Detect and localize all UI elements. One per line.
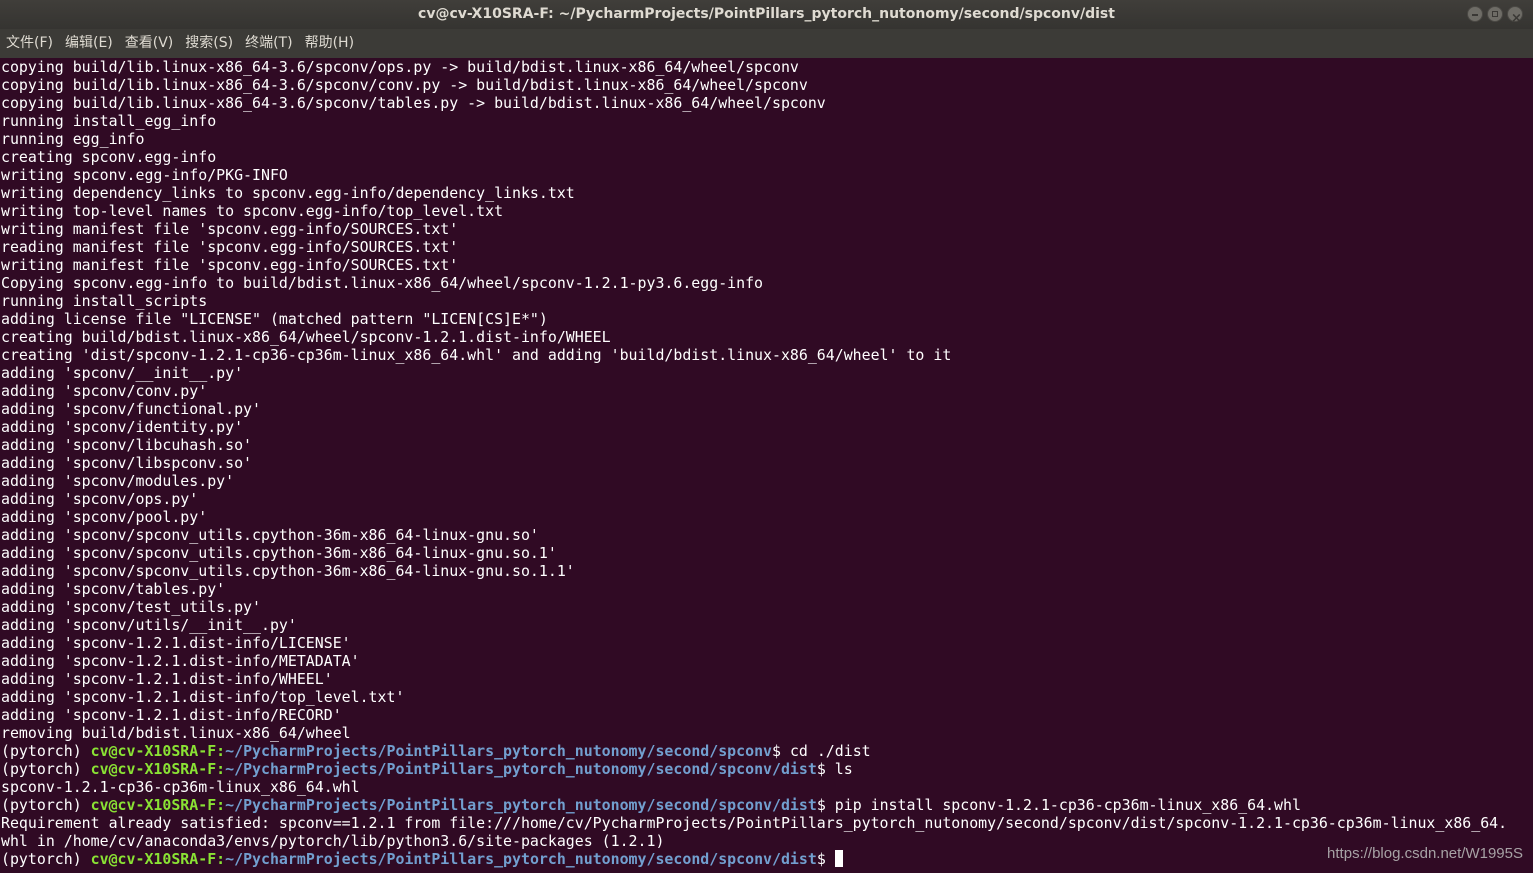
terminal-line: running install_egg_info	[1, 112, 217, 130]
minimize-icon[interactable]	[1467, 6, 1483, 22]
prompt-separator: :	[216, 850, 226, 868]
terminal-line: adding 'spconv/utils/__init__.py'	[1, 616, 297, 634]
terminal-line: creating spconv.egg-info	[1, 148, 217, 166]
menu-view[interactable]: 查看(V)	[119, 29, 180, 58]
terminal-line: adding 'spconv/spconv_utils.cpython-36m-…	[1, 544, 557, 562]
terminal-line: copying build/lib.linux-x86_64-3.6/spcon…	[1, 76, 808, 94]
prompt-user: cv@cv-X10SRA-F	[90, 760, 217, 778]
terminal-line: adding 'spconv/identity.py'	[1, 418, 244, 436]
terminal-line: adding 'spconv/__init__.py'	[1, 364, 244, 382]
window-controls	[1467, 4, 1523, 33]
terminal-line: removing build/bdist.linux-x86_64/wheel	[1, 724, 351, 742]
terminal-line: running install_scripts	[1, 292, 208, 310]
prompt-env: (pytorch)	[1, 796, 91, 814]
menu-search[interactable]: 搜索(S)	[179, 29, 239, 58]
prompt-user: cv@cv-X10SRA-F	[90, 796, 217, 814]
prompt-path: ~/PycharmProjects/PointPillars_pytorch_n…	[225, 760, 817, 778]
prompt-command: $ cd ./dist	[772, 742, 871, 760]
terminal-line: adding 'spconv/ops.py'	[1, 490, 199, 508]
terminal-line: reading manifest file 'spconv.egg-info/S…	[1, 238, 459, 256]
window-title: cv@cv-X10SRA-F: ~/PycharmProjects/PointP…	[418, 6, 1115, 22]
prompt-separator: :	[216, 796, 226, 814]
terminal-line: creating 'dist/spconv-1.2.1-cp36-cp36m-l…	[1, 346, 952, 364]
terminal-line: copying build/lib.linux-x86_64-3.6/spcon…	[1, 94, 826, 112]
watermark-text: https://blog.csdn.net/W1995S	[1327, 845, 1523, 862]
prompt-separator: :	[216, 742, 226, 760]
terminal-line: copying build/lib.linux-x86_64-3.6/spcon…	[1, 58, 799, 76]
terminal-line: adding 'spconv/libcuhash.so'	[1, 436, 253, 454]
terminal-line: adding 'spconv-1.2.1.dist-info/RECORD'	[1, 706, 342, 724]
terminal-line: adding 'spconv-1.2.1.dist-info/LICENSE'	[1, 634, 351, 652]
terminal-line: Copying spconv.egg-info to build/bdist.l…	[1, 274, 764, 292]
terminal-line: writing dependency_links to spconv.egg-i…	[1, 184, 575, 202]
prompt-env: (pytorch)	[1, 742, 91, 760]
terminal-line: running egg_info	[1, 130, 145, 148]
terminal-line: adding 'spconv/spconv_utils.cpython-36m-…	[1, 526, 539, 544]
prompt-command: $	[816, 850, 835, 868]
terminal-line: writing spconv.egg-info/PKG-INFO	[1, 166, 288, 184]
terminal-line: adding 'spconv/libspconv.so'	[1, 454, 253, 472]
prompt-command: $ pip install spconv-1.2.1-cp36-cp36m-li…	[816, 796, 1301, 814]
terminal-line: whl in /home/cv/anaconda3/envs/pytorch/l…	[1, 832, 665, 850]
terminal-line: writing top-level names to spconv.egg-in…	[1, 202, 504, 220]
terminal-line: adding 'spconv/modules.py'	[1, 472, 235, 490]
terminal-output[interactable]: copying build/lib.linux-x86_64-3.6/spcon…	[1, 58, 1531, 873]
menu-terminal[interactable]: 终端(T)	[239, 29, 298, 58]
prompt-line: (pytorch) cv@cv-X10SRA-F:~/PycharmProjec…	[1, 760, 1531, 778]
prompt-env: (pytorch)	[1, 760, 91, 778]
prompt-user: cv@cv-X10SRA-F	[90, 850, 217, 868]
prompt-line: (pytorch) cv@cv-X10SRA-F:~/PycharmProjec…	[1, 742, 1531, 760]
maximize-icon[interactable]	[1487, 6, 1503, 22]
menu-help[interactable]: 帮助(H)	[299, 29, 360, 58]
menu-bar: 文件(F) 编辑(E) 查看(V) 搜索(S) 终端(T) 帮助(H)	[0, 29, 1533, 58]
menu-file[interactable]: 文件(F)	[0, 29, 59, 58]
terminal-line: adding 'spconv/pool.py'	[1, 508, 208, 526]
prompt-env: (pytorch)	[1, 850, 91, 868]
terminal-line: adding 'spconv/functional.py'	[1, 400, 261, 418]
terminal-line: Requirement already satisfied: spconv==1…	[1, 814, 1508, 832]
prompt-path: ~/PycharmProjects/PointPillars_pytorch_n…	[225, 796, 817, 814]
terminal-line: writing manifest file 'spconv.egg-info/S…	[1, 220, 459, 238]
terminal-window: cv@cv-X10SRA-F: ~/PycharmProjects/PointP…	[0, 0, 1533, 873]
terminal-line: writing manifest file 'spconv.egg-info/S…	[1, 256, 459, 274]
terminal-line: creating build/bdist.linux-x86_64/wheel/…	[1, 328, 611, 346]
terminal-line: adding 'spconv/conv.py'	[1, 382, 208, 400]
terminal-line: adding 'spconv/tables.py'	[1, 580, 226, 598]
text-cursor	[834, 850, 843, 867]
prompt-separator: :	[216, 760, 226, 778]
terminal-line: adding 'spconv-1.2.1.dist-info/METADATA'	[1, 652, 360, 670]
prompt-line: (pytorch) cv@cv-X10SRA-F:~/PycharmProjec…	[1, 796, 1531, 814]
terminal-line: adding 'spconv-1.2.1.dist-info/top_level…	[1, 688, 405, 706]
terminal-line: adding 'spconv/test_utils.py'	[1, 598, 261, 616]
prompt-path: ~/PycharmProjects/PointPillars_pytorch_n…	[225, 850, 817, 868]
terminal-line: spconv-1.2.1-cp36-cp36m-linux_x86_64.whl	[1, 778, 360, 796]
terminal-line: adding license file "LICENSE" (matched p…	[1, 310, 548, 328]
terminal-line: adding 'spconv/spconv_utils.cpython-36m-…	[1, 562, 575, 580]
menu-edit[interactable]: 编辑(E)	[59, 29, 119, 58]
terminal-line: adding 'spconv-1.2.1.dist-info/WHEEL'	[1, 670, 333, 688]
prompt-user: cv@cv-X10SRA-F	[90, 742, 217, 760]
prompt-line: (pytorch) cv@cv-X10SRA-F:~/PycharmProjec…	[1, 850, 1531, 868]
prompt-path: ~/PycharmProjects/PointPillars_pytorch_n…	[225, 742, 773, 760]
close-icon[interactable]	[1507, 4, 1523, 33]
window-titlebar[interactable]: cv@cv-X10SRA-F: ~/PycharmProjects/PointP…	[0, 0, 1533, 33]
prompt-command: $ ls	[816, 760, 853, 778]
